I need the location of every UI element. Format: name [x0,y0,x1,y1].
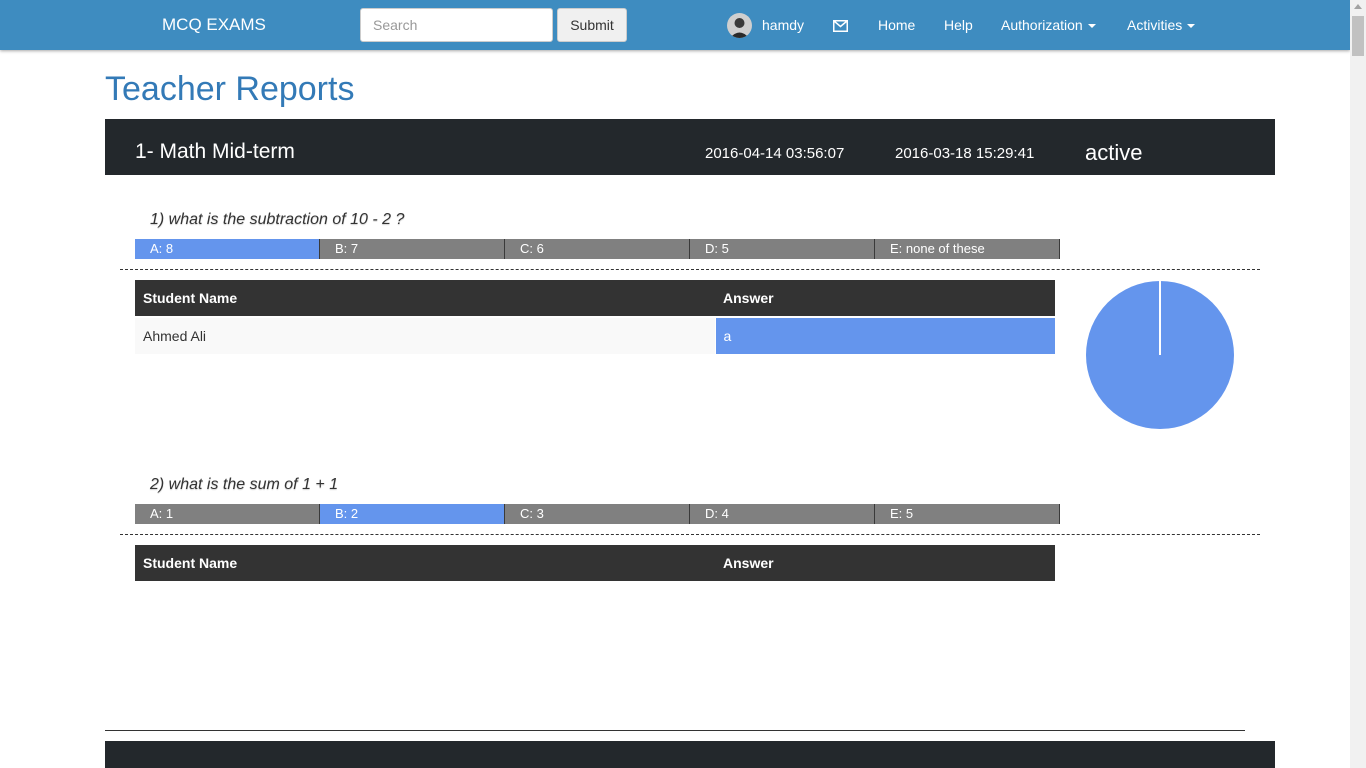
table-header-row: Student Name Answer [135,280,1055,318]
exam-status: active [1085,140,1143,165]
envelope-icon[interactable] [833,19,848,35]
option-a: A: 1 [135,504,320,524]
divider [120,534,1260,535]
nav-activities-label: Activities [1127,17,1183,33]
option-b: B: 2 [320,504,505,524]
user-avatar[interactable] [727,13,752,38]
nav-help[interactable]: Help [944,17,973,33]
question-text: 2) what is the sum of 1 + 1 [150,476,339,493]
brand-logo[interactable]: MCQ EXAMS [162,15,266,35]
submit-button[interactable]: Submit [557,8,627,42]
nav-authorization-dropdown[interactable]: Authorization [1001,17,1096,33]
option-b: B: 7 [320,239,505,259]
page-title: Teacher Reports [105,70,355,108]
page-scrollbar[interactable] [1350,0,1366,768]
top-navbar: MCQ EXAMS Submit hamdy Home Help Authori… [0,0,1350,50]
nav-home[interactable]: Home [878,17,915,33]
header-student-name: Student Name [135,280,715,318]
option-c: C: 6 [505,239,690,259]
answer-cell: a [714,317,1055,354]
divider [120,269,1260,270]
table-row: Ahmed Ali a [135,317,1055,354]
responses-table: Student Name Answer Ahmed Ali a [135,280,1055,354]
exam-end-date: 2016-04-14 03:56:07 [705,145,845,162]
avatar-image [727,13,752,38]
exam-header-next [105,741,1275,768]
header-answer: Answer [715,280,1055,318]
scroll-thumb[interactable] [1352,16,1364,56]
exam-header: 1- Math Mid-term 2016-04-14 03:56:07 201… [105,119,1275,175]
exam-name: 1- Math Mid-term [135,140,295,163]
nav-authorization-label: Authorization [1001,17,1083,33]
question-options: A: 1 B: 2 C: 3 D: 4 E: 5 [135,504,1060,524]
chevron-down-icon [1187,24,1196,29]
table-header-row: Student Name Answer [135,545,1055,583]
nav-activities-dropdown[interactable]: Activities [1127,17,1196,33]
option-d: D: 5 [690,239,875,259]
option-c: C: 3 [505,504,690,524]
header-answer: Answer [715,545,1055,583]
option-d: D: 4 [690,504,875,524]
option-e: E: none of these [875,239,1060,259]
exam-start-date: 2016-03-18 15:29:41 [895,145,1035,162]
responses-table: Student Name Answer [135,545,1055,583]
chevron-down-icon [1087,24,1096,29]
user-name-link[interactable]: hamdy [762,17,804,33]
question-options: A: 8 B: 7 C: 6 D: 5 E: none of these [135,239,1060,259]
section-separator [105,730,1245,731]
header-student-name: Student Name [135,545,715,583]
answers-pie-chart [1086,281,1234,429]
option-e: E: 5 [875,504,1060,524]
search-input[interactable] [360,8,553,42]
student-name-cell: Ahmed Ali [135,317,715,354]
scroll-up-arrow-icon[interactable] [1354,4,1362,9]
option-a: A: 8 [135,239,320,259]
question-text: 1) what is the subtraction of 10 - 2 ? [150,211,405,228]
